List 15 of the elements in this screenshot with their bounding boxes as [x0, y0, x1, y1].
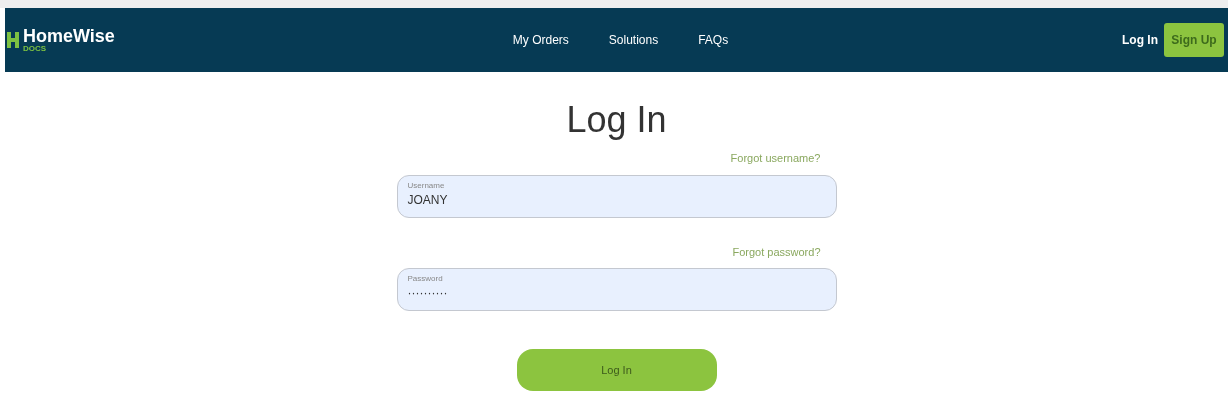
field-label: Username — [407, 180, 446, 191]
page-title: Log In — [566, 98, 667, 142]
nav-link[interactable]: Solutions — [608, 31, 659, 49]
field-label: Password — [407, 274, 444, 284]
nav-link[interactable]: My Orders — [512, 31, 569, 49]
text-field[interactable]: Password ·········· — [396, 268, 837, 311]
brand-name: HomeWise — [23, 27, 115, 45]
login-link[interactable]: Log In — [1122, 31, 1158, 49]
login-button[interactable]: Log In — [516, 349, 717, 391]
nav-link[interactable]: FAQs — [698, 31, 729, 49]
logo-icon — [7, 32, 19, 48]
text-field[interactable]: Username JOANY — [396, 174, 837, 218]
field-value: ·········· — [407, 285, 448, 302]
field-value: JOANY — [407, 191, 448, 209]
brand-subtitle: DOCS — [23, 45, 48, 53]
